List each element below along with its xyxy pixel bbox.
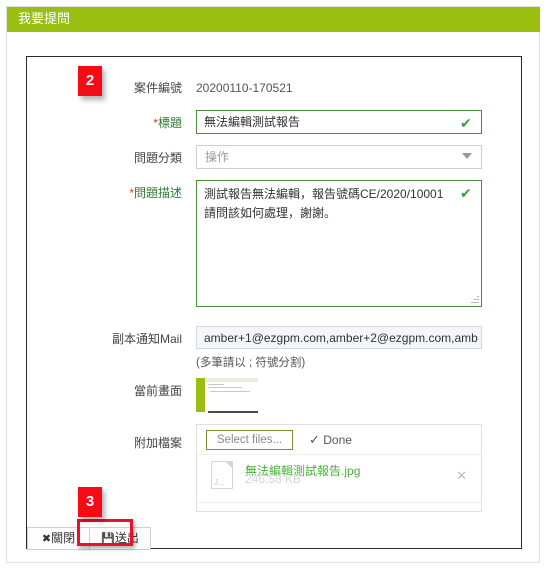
select-files-button[interactable]: Select files...: [206, 430, 293, 450]
case-no-value: 20200110-170521: [196, 81, 293, 95]
thumbnail-line: [210, 391, 250, 392]
attachment-file-size: 246.58 KB: [245, 472, 302, 486]
subject-label: *標題: [90, 116, 182, 131]
remove-file-icon[interactable]: ✕: [456, 469, 467, 482]
case-no-label: 案件編號: [133, 81, 182, 95]
cc-mail-input[interactable]: amber+1@ezgpm.com,amber+2@ezgpm.com,amb: [196, 326, 482, 349]
current-screen-label: 當前畫面: [133, 384, 182, 398]
current-screen-thumbnail[interactable]: [196, 378, 258, 416]
subject-valid-icon: ✔: [460, 115, 472, 131]
dialog-titlebar: 我要提問: [7, 7, 540, 32]
check-icon: ✓: [309, 432, 320, 447]
description-line-2: 請問該如何處理，謝謝。: [204, 206, 337, 220]
textarea-resize-handle[interactable]: [470, 295, 479, 304]
subject-input[interactable]: 無法編輯測試報告: [196, 110, 482, 134]
description-textarea[interactable]: 測試報告無法編輯，報告號碼CE/2020/10001 請問該如何處理，謝謝。: [196, 180, 482, 307]
dialog-title: 我要提問: [18, 11, 71, 26]
thumbnail-sidebar: [196, 378, 205, 412]
file-icon-fold: [225, 461, 233, 469]
thumbnail-line: [208, 387, 242, 388]
submit-highlight-box: [77, 519, 133, 546]
attachment-header: Select files... ✓ Done: [197, 425, 481, 455]
question-submission-dialog: 我要提問 案件編號 20200110-170521 *標題 無法編輯測試報告 ✔…: [0, 0, 548, 571]
attachment-label: 附加檔案: [133, 436, 182, 450]
subject-label-text: 標題: [157, 116, 182, 130]
file-icon: J...: [211, 461, 233, 489]
attachment-panel: Select files... ✓ Done J... 無法編輯測試報告.jpg…: [196, 424, 482, 512]
cc-mail-hint: (多筆請以 ; 符號分割): [196, 357, 306, 369]
cc-mail-label: 副本通知Mail: [111, 332, 182, 346]
thumbnail-topbar: [205, 378, 258, 382]
thumbnail-bottom-bar: [208, 411, 258, 413]
file-icon-ext: J...: [214, 478, 225, 487]
description-label-text: 問題描述: [133, 186, 182, 200]
step-badge-3: 3: [78, 487, 102, 517]
description-line-1: 測試報告無法編輯，報告號碼CE/2020/10001: [204, 187, 444, 201]
upload-status: ✓ Done: [309, 431, 352, 449]
category-select[interactable]: 操作: [196, 145, 482, 169]
category-label: 問題分類: [133, 151, 182, 165]
attachment-file-ext: .jpg: [341, 464, 361, 478]
upload-status-label: Done: [323, 433, 352, 447]
close-icon: ✖: [41, 533, 52, 545]
description-label: *問題描述: [90, 186, 182, 201]
attachment-file-row: J... 無法編輯測試報告.jpg 246.58 KB ✕: [197, 456, 481, 503]
thumbnail-line: [208, 384, 224, 385]
description-valid-icon: ✔: [460, 185, 472, 201]
close-button-label: 關閉: [51, 531, 76, 545]
chevron-down-icon[interactable]: [462, 153, 472, 159]
step-badge-2: 2: [78, 66, 102, 96]
